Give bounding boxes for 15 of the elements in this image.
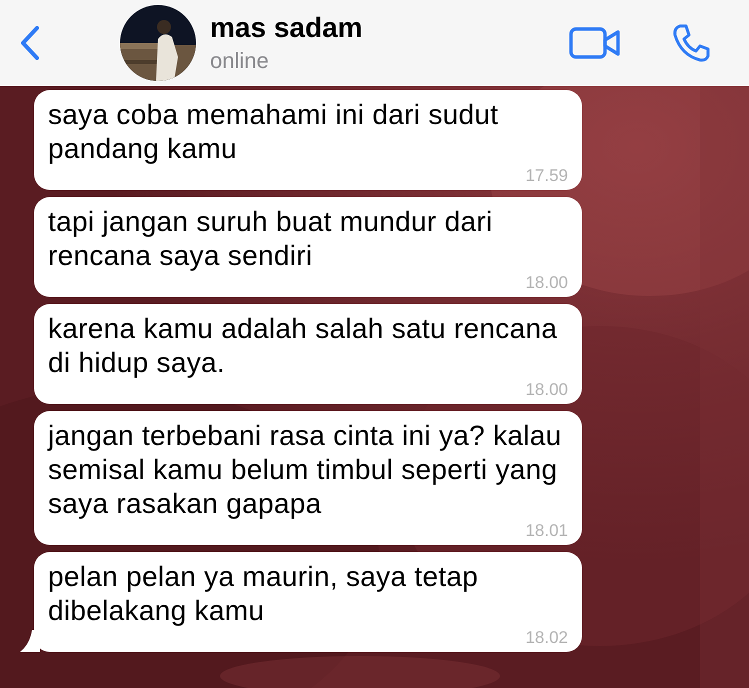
contact-status: online: [210, 48, 270, 74]
message-time: 18.00: [525, 273, 568, 293]
message-time: 17.59: [525, 166, 568, 186]
message-text: jangan terbebani rasa cinta ini ya? kalau semisal kamu belum timbul seperti yang saya rasakan gapapa: [48, 419, 563, 521]
video-call-icon[interactable]: [569, 27, 621, 59]
message-time: 18.01: [525, 521, 568, 541]
message-text: karena kamu adalah salah satu rencana di hidup saya.: [48, 312, 558, 380]
message-text: saya coba memahami ini dari sudut pandang kamu: [48, 98, 500, 166]
phone-call-icon[interactable]: [671, 23, 711, 63]
message-text: tapi jangan suruh buat mundur dari rencana saya sendiri: [48, 205, 494, 273]
back-icon[interactable]: [20, 25, 40, 61]
contact-name: mas sadam: [210, 12, 364, 44]
message-time: 18.00: [525, 380, 568, 400]
message-text: pelan pelan ya maurin, saya tetap dibelakang kamu: [48, 560, 480, 628]
message-time: 18.02: [525, 628, 568, 648]
